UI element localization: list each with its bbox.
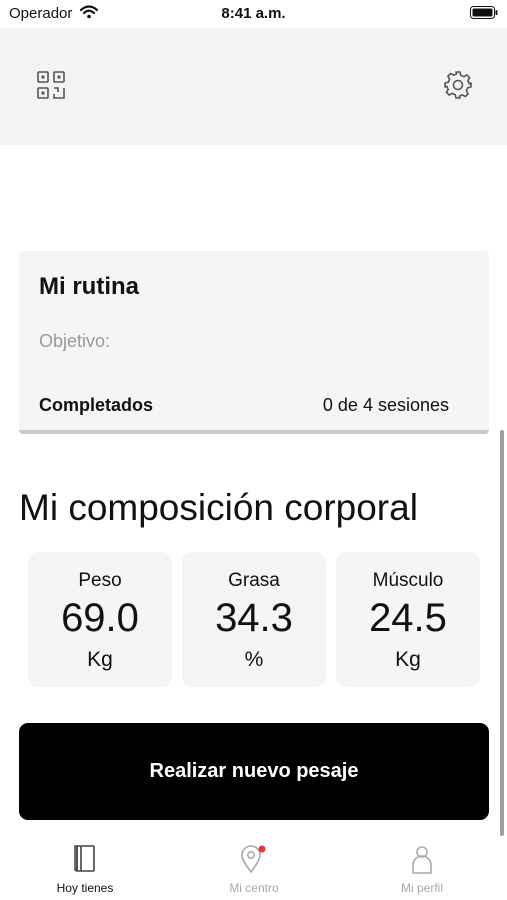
scroll-indicator[interactable] xyxy=(500,430,504,836)
routine-card[interactable]: Mi rutina Objetivo: Completados 0 de 4 s… xyxy=(19,251,489,434)
metric-label: Músculo xyxy=(372,570,444,591)
metric-value: 69.0 xyxy=(61,596,139,640)
metric-value: 24.5 xyxy=(369,596,447,640)
tab-label: Mi centro xyxy=(229,881,279,895)
metric-card-weight: Peso 69.0 Kg xyxy=(28,552,172,687)
status-bar: Operador 8:41 a.m. xyxy=(0,0,507,28)
book-icon xyxy=(74,845,95,872)
metric-card-muscle: Músculo 24.5 Kg xyxy=(336,552,480,687)
tab-mi-perfil[interactable]: Mi perfil xyxy=(352,844,492,895)
notification-badge xyxy=(258,845,266,853)
routine-completed-label: Completados xyxy=(39,395,154,415)
metric-label: Peso xyxy=(78,570,122,591)
tab-hoy-tienes[interactable]: Hoy tienes xyxy=(15,844,155,895)
tab-label: Mi perfil xyxy=(400,881,443,895)
tab-mi-centro[interactable]: Mi centro xyxy=(184,844,324,895)
metric-unit: Kg xyxy=(87,648,113,671)
battery-icon xyxy=(470,6,498,19)
routine-objective-label: Objetivo: xyxy=(39,331,111,351)
tab-label: Hoy tienes xyxy=(56,881,114,895)
metric-card-fat: Grasa 34.3 % xyxy=(182,552,326,687)
metric-value: 34.3 xyxy=(215,596,293,640)
metric-unit: % xyxy=(244,648,264,671)
qr-code-icon[interactable] xyxy=(37,71,65,99)
composition-title: Mi composición corporal xyxy=(19,487,418,528)
app-header xyxy=(0,28,507,145)
new-weighing-button[interactable]: Realizar nuevo pesaje xyxy=(19,723,489,820)
metric-unit: Kg xyxy=(395,648,421,671)
status-time: 8:41 a.m. xyxy=(221,5,286,22)
metric-label: Grasa xyxy=(228,570,280,591)
gear-icon[interactable] xyxy=(443,70,473,100)
routine-sessions-count: 0 de 4 sesiones xyxy=(322,395,449,415)
routine-title: Mi rutina xyxy=(39,273,139,300)
person-icon xyxy=(412,846,432,874)
location-pin-icon xyxy=(241,845,266,873)
